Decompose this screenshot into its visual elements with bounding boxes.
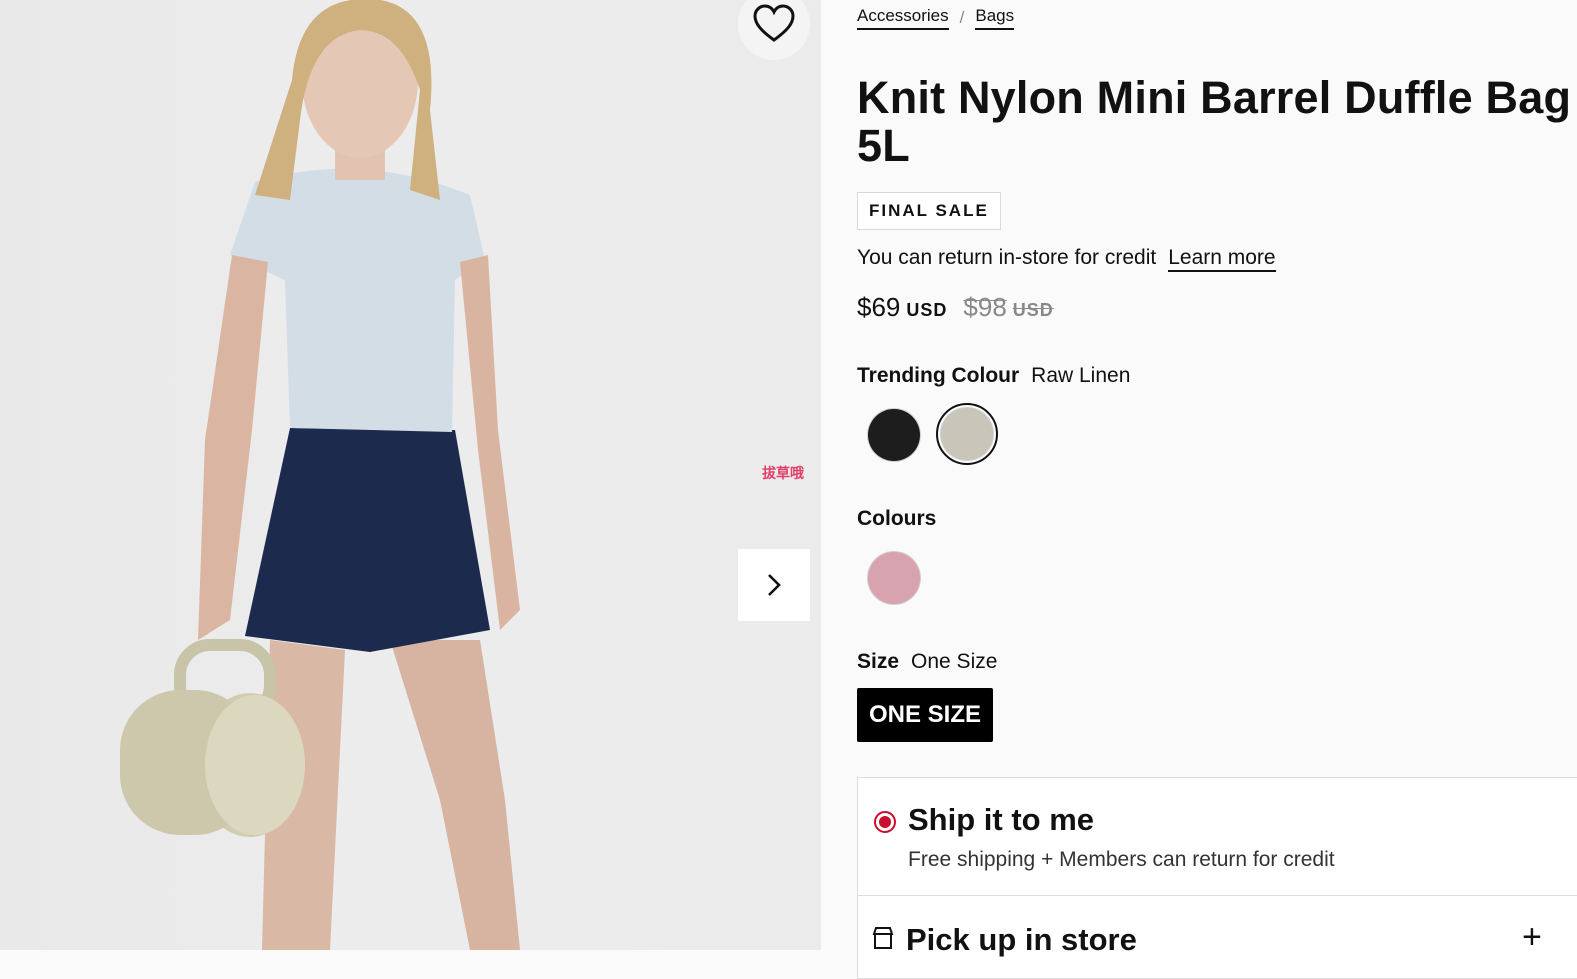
original-price: $98 USD bbox=[963, 292, 1053, 323]
watermark-text: 拔草哦 bbox=[762, 465, 804, 481]
product-title: Knit Nylon Mini Barrel Duffle Bag 5L bbox=[857, 72, 1572, 171]
ship-it-to-me-option[interactable]: Ship it to me Free shipping + Members ca… bbox=[858, 778, 1577, 895]
ship-title: Ship it to me bbox=[908, 802, 1094, 837]
final-sale-badge: FINAL SALE bbox=[857, 192, 1001, 230]
colours-label: Colours bbox=[857, 507, 937, 530]
trending-colour-selected: Raw Linen bbox=[1031, 364, 1131, 387]
original-currency: USD bbox=[1012, 300, 1054, 320]
size-one-size-button[interactable]: ONE SIZE bbox=[857, 688, 993, 742]
product-photo bbox=[120, 0, 520, 950]
swatch-pink[interactable] bbox=[868, 552, 920, 604]
chevron-right-icon bbox=[768, 574, 781, 596]
breadcrumb-bags[interactable]: Bags bbox=[975, 6, 1015, 30]
product-details: Accessories / Bags Knit Nylon Mini Barre… bbox=[857, 0, 1577, 979]
pick-up-in-store-option[interactable]: Pick up in store + bbox=[858, 896, 1577, 976]
learn-more-link[interactable]: Learn more bbox=[1168, 246, 1276, 272]
swatch-black[interactable] bbox=[868, 409, 920, 461]
trending-colour-label: Trending Colour bbox=[857, 364, 1020, 387]
expand-plus-icon[interactable]: + bbox=[1522, 918, 1542, 957]
radio-selected-icon[interactable] bbox=[874, 811, 896, 833]
size-row: Size One Size bbox=[857, 650, 997, 674]
ship-subtitle: Free shipping + Members can return for c… bbox=[908, 848, 1335, 871]
size-selected: One Size bbox=[911, 650, 998, 673]
sale-price: $69 bbox=[857, 292, 901, 322]
return-policy: You can return in-store for credit Learn… bbox=[857, 246, 1276, 272]
sale-currency: USD bbox=[906, 300, 948, 320]
pickup-title: Pick up in store bbox=[906, 922, 1137, 957]
product-image-gallery: 拔草哦 bbox=[0, 0, 821, 950]
fulfillment-options: Ship it to me Free shipping + Members ca… bbox=[857, 777, 1577, 979]
trending-colour-row: Trending Colour Raw Linen bbox=[857, 364, 1130, 388]
breadcrumb-separator: / bbox=[959, 8, 965, 27]
original-price-value: $98 bbox=[963, 292, 1007, 322]
breadcrumb: Accessories / Bags bbox=[857, 6, 1015, 30]
heart-icon bbox=[753, 4, 795, 42]
store-icon bbox=[872, 927, 894, 949]
swatch-raw-linen[interactable] bbox=[941, 408, 993, 460]
breadcrumb-accessories[interactable]: Accessories bbox=[857, 6, 949, 30]
next-image-button[interactable] bbox=[738, 549, 810, 621]
return-text: You can return in-store for credit bbox=[857, 246, 1157, 269]
colours-row: Colours bbox=[857, 507, 948, 531]
size-label: Size bbox=[857, 650, 900, 673]
price-row: $69 USD $98 USD bbox=[857, 292, 1054, 323]
